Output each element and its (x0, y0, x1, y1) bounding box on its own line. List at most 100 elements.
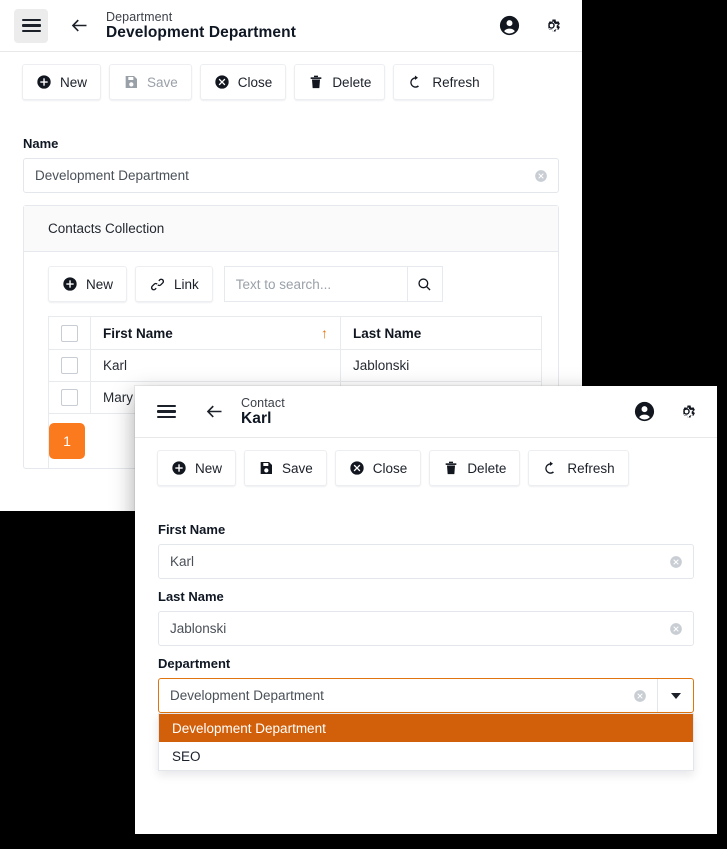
clear-circle-icon[interactable] (528, 169, 554, 183)
clear-circle-icon[interactable] (663, 622, 689, 636)
select-all-checkbox[interactable] (61, 324, 78, 342)
department-dropdown-toggle[interactable] (657, 679, 693, 712)
row-checkbox[interactable] (61, 357, 78, 374)
contact-title-block: Contact Karl (241, 396, 627, 427)
grid-header-row: First Name ↑ Last Name (49, 317, 541, 350)
save-button[interactable]: Save (244, 450, 327, 486)
collection-header: Contacts Collection (24, 206, 558, 252)
breadcrumb: Department (106, 9, 173, 24)
contact-appbar: Contact Karl (135, 386, 717, 438)
gear-icon (682, 405, 695, 418)
department-select-value: Development Department (170, 688, 324, 703)
settings-button[interactable] (534, 9, 568, 43)
arrow-left-icon (206, 405, 221, 418)
delete-button[interactable]: Delete (294, 64, 386, 100)
collection-new-button[interactable]: New (48, 266, 128, 302)
delete-button-label: Delete (332, 74, 372, 90)
department-select-input[interactable]: Development Department (158, 678, 694, 713)
row-select-cell[interactable] (49, 350, 91, 381)
first-name-value: Karl (170, 554, 195, 569)
page-title: Development Department (106, 23, 296, 41)
account-button[interactable] (492, 9, 526, 43)
back-button[interactable] (62, 9, 96, 43)
department-select-wrapper: Development Department Development Depar… (158, 678, 694, 771)
settings-button[interactable] (669, 395, 703, 429)
trash-icon (310, 75, 322, 89)
back-button[interactable] (197, 395, 231, 429)
dropdown-option-seo[interactable]: SEO (159, 742, 693, 770)
new-button-label: New (60, 74, 88, 90)
row-select-cell[interactable] (49, 382, 91, 413)
refresh-icon (410, 75, 420, 88)
floppy-disk-icon (260, 462, 273, 474)
last-name-field[interactable]: Jablonski (158, 611, 694, 646)
select-all-cell[interactable] (49, 317, 91, 349)
clear-circle-icon[interactable] (627, 689, 653, 703)
refresh-button[interactable]: Refresh (528, 450, 629, 486)
search-button[interactable] (406, 266, 443, 302)
x-circle-icon (215, 75, 229, 89)
department-appbar: Department Development Department (0, 0, 582, 52)
hamburger-menu-button[interactable] (149, 395, 183, 429)
cell-first-name[interactable]: Karl (91, 350, 341, 381)
close-button-label: Close (237, 74, 273, 90)
column-header-first-name-label: First Name (103, 325, 173, 341)
hamburger-menu-icon (21, 18, 41, 33)
refresh-button-label: Refresh (567, 460, 615, 476)
delete-button-label: Delete (467, 460, 507, 476)
hamburger-menu-button[interactable] (14, 8, 48, 43)
department-title-block: Department Development Department (106, 10, 492, 41)
clear-circle-icon[interactable] (663, 555, 689, 569)
desktop: Department Development Department New Sa… (0, 0, 727, 849)
column-header-first-name[interactable]: First Name ↑ (91, 317, 341, 349)
x-circle-icon (350, 461, 364, 475)
contact-form: First Name Karl Last Name Jablonski Depa… (135, 498, 717, 771)
search-input[interactable]: Text to search... (223, 266, 407, 302)
contact-appbar-actions (627, 395, 703, 429)
collection-search-group: Text to search... (223, 266, 443, 302)
magnifier-icon (418, 277, 431, 291)
sort-ascending-icon[interactable]: ↑ (321, 326, 328, 340)
contact-window: Contact Karl New Save Close Delete Refre… (135, 386, 717, 834)
close-button[interactable]: Close (334, 450, 422, 486)
column-header-last-name[interactable]: Last Name (341, 317, 541, 349)
row-checkbox[interactable] (61, 389, 78, 406)
account-circle-icon (634, 401, 654, 422)
page-title: Karl (241, 409, 272, 427)
name-field[interactable]: Development Department (23, 158, 559, 193)
department-dropdown-list: Development Department SEO (158, 713, 694, 771)
collection-new-label: New (86, 276, 114, 292)
name-label: Name (23, 136, 59, 151)
arrow-left-icon (71, 19, 86, 32)
trash-icon (445, 461, 457, 475)
department-label: Department (158, 656, 231, 671)
collection-link-button[interactable]: Link (135, 266, 213, 302)
save-button[interactable]: Save (109, 64, 192, 100)
new-button[interactable]: New (22, 64, 102, 100)
account-circle-icon (499, 15, 519, 36)
floppy-disk-icon (125, 76, 138, 88)
new-button[interactable]: New (157, 450, 237, 486)
close-button-label: Close (372, 460, 408, 476)
gear-icon (547, 19, 560, 32)
new-button-label: New (195, 460, 223, 476)
collection-link-label: Link (174, 276, 199, 292)
first-name-field[interactable]: Karl (158, 544, 694, 579)
last-name-value: Jablonski (170, 621, 227, 636)
delete-button[interactable]: Delete (429, 450, 521, 486)
plus-circle-icon (63, 277, 77, 291)
close-button[interactable]: Close (199, 64, 287, 100)
refresh-button-label: Refresh (432, 74, 480, 90)
table-row[interactable]: Karl Jablonski (49, 350, 541, 382)
save-button-label: Save (147, 74, 178, 90)
refresh-button[interactable]: Refresh (393, 64, 494, 100)
department-toolbar: New Save Close Delete Refresh (0, 52, 582, 112)
last-name-label: Last Name (158, 589, 224, 604)
plus-circle-icon (172, 461, 186, 475)
dropdown-option-development-department[interactable]: Development Department (159, 714, 693, 742)
cell-last-name[interactable]: Jablonski (341, 350, 541, 381)
plus-circle-icon (37, 75, 51, 89)
first-name-label: First Name (158, 522, 226, 537)
account-button[interactable] (627, 395, 661, 429)
pagination-page-1[interactable]: 1 (49, 423, 85, 459)
